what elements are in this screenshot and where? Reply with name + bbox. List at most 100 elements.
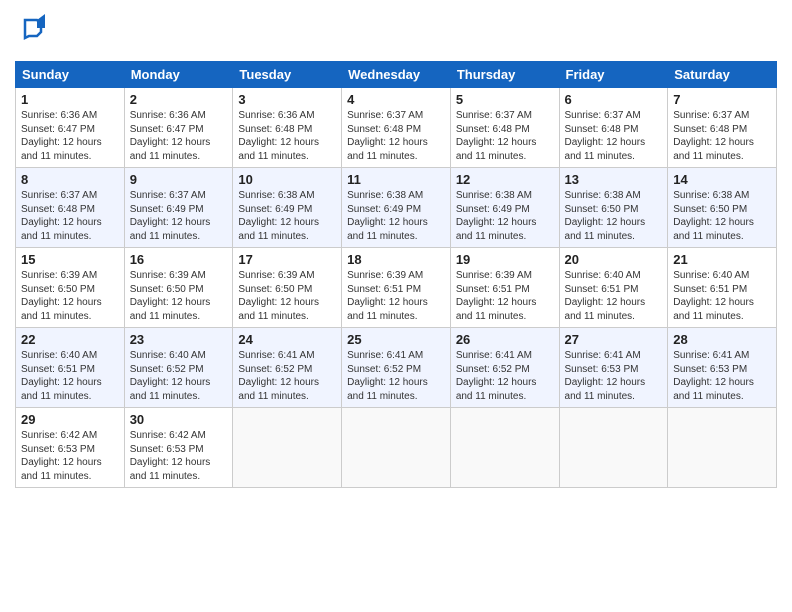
day-number: 1 xyxy=(21,92,119,107)
day-info: Sunrise: 6:36 AMSunset: 6:47 PMDaylight:… xyxy=(21,109,119,163)
week-row-5: 29Sunrise: 6:42 AMSunset: 6:53 PMDayligh… xyxy=(16,408,777,488)
day-number: 16 xyxy=(130,252,228,267)
day-info: Sunrise: 6:38 AMSunset: 6:50 PMDaylight:… xyxy=(565,189,663,243)
week-row-2: 8 Sunrise: 6:37 AMSunset: 6:48 PMDaylight… xyxy=(16,168,777,248)
day-info: Sunrise: 6:37 AMSunset: 6:48 PMDaylight:… xyxy=(21,189,119,243)
day-info: Sunrise: 6:37 AMSunset: 6:48 PMDaylight:… xyxy=(456,109,554,163)
day-info: Sunrise: 6:41 AMSunset: 6:52 PMDaylight:… xyxy=(238,349,336,403)
day-info: Sunrise: 6:39 AMSunset: 6:51 PMDaylight:… xyxy=(347,269,445,323)
day-info: Sunrise: 6:37 AMSunset: 6:48 PMDaylight:… xyxy=(347,109,445,163)
day-number: 12 xyxy=(456,172,554,187)
day-number: 17 xyxy=(238,252,336,267)
week-row-3: 15 Sunrise: 6:39 AMSunset: 6:50 PMDayligh… xyxy=(16,248,777,328)
calendar-cell: 25 Sunrise: 6:41 AMSunset: 6:52 PMDayligh… xyxy=(342,328,451,408)
day-number: 18 xyxy=(347,252,445,267)
week-row-4: 22 Sunrise: 6:40 AMSunset: 6:51 PMDayligh… xyxy=(16,328,777,408)
day-info: Sunrise: 6:41 AMSunset: 6:52 PMDaylight:… xyxy=(456,349,554,403)
day-info: Sunrise: 6:38 AMSunset: 6:49 PMDaylight:… xyxy=(456,189,554,243)
day-number: 6 xyxy=(565,92,663,107)
weekday-header-saturday: Saturday xyxy=(668,62,777,88)
day-info: Sunrise: 6:42 AMSunset: 6:53 PMDaylight:… xyxy=(130,429,228,483)
calendar-cell: 4 Sunrise: 6:37 AMSunset: 6:48 PMDaylight… xyxy=(342,88,451,168)
day-info: Sunrise: 6:40 AMSunset: 6:51 PMDaylight:… xyxy=(565,269,663,323)
calendar-cell xyxy=(559,408,668,488)
calendar-cell: 30 Sunrise: 6:42 AMSunset: 6:53 PMDayligh… xyxy=(124,408,233,488)
calendar-cell: 2 Sunrise: 6:36 AMSunset: 6:47 PMDaylight… xyxy=(124,88,233,168)
calendar-cell: 26Sunrise: 6:41 AMSunset: 6:52 PMDayligh… xyxy=(450,328,559,408)
day-number: 2 xyxy=(130,92,228,107)
calendar-cell: 14Sunrise: 6:38 AMSunset: 6:50 PMDayligh… xyxy=(668,168,777,248)
day-info: Sunrise: 6:40 AMSunset: 6:51 PMDaylight:… xyxy=(21,349,119,403)
day-number: 27 xyxy=(565,332,663,347)
calendar-cell: 1 Sunrise: 6:36 AMSunset: 6:47 PMDaylight… xyxy=(16,88,125,168)
day-info: Sunrise: 6:38 AMSunset: 6:49 PMDaylight:… xyxy=(347,189,445,243)
day-info: Sunrise: 6:37 AMSunset: 6:48 PMDaylight:… xyxy=(565,109,663,163)
day-info: Sunrise: 6:41 AMSunset: 6:53 PMDaylight:… xyxy=(565,349,663,403)
calendar-cell: 21 Sunrise: 6:40 AMSunset: 6:51 PMDayligh… xyxy=(668,248,777,328)
day-number: 15 xyxy=(21,252,119,267)
weekday-header-row: SundayMondayTuesdayWednesdayThursdayFrid… xyxy=(16,62,777,88)
calendar-cell: 8 Sunrise: 6:37 AMSunset: 6:48 PMDaylight… xyxy=(16,168,125,248)
day-number: 24 xyxy=(238,332,336,347)
day-info: Sunrise: 6:39 AMSunset: 6:50 PMDaylight:… xyxy=(238,269,336,323)
day-number: 23 xyxy=(130,332,228,347)
day-info: Sunrise: 6:39 AMSunset: 6:50 PMDaylight:… xyxy=(130,269,228,323)
day-info: Sunrise: 6:42 AMSunset: 6:53 PMDaylight:… xyxy=(21,429,119,483)
calendar-cell: 13Sunrise: 6:38 AMSunset: 6:50 PMDayligh… xyxy=(559,168,668,248)
day-number: 22 xyxy=(21,332,119,347)
calendar-cell: 15 Sunrise: 6:39 AMSunset: 6:50 PMDayligh… xyxy=(16,248,125,328)
day-number: 19 xyxy=(456,252,554,267)
day-number: 21 xyxy=(673,252,771,267)
calendar-cell: 17 Sunrise: 6:39 AMSunset: 6:50 PMDayligh… xyxy=(233,248,342,328)
day-number: 7 xyxy=(673,92,771,107)
calendar-cell xyxy=(233,408,342,488)
calendar-cell: 24 Sunrise: 6:41 AMSunset: 6:52 PMDayligh… xyxy=(233,328,342,408)
calendar-cell: 22 Sunrise: 6:40 AMSunset: 6:51 PMDayligh… xyxy=(16,328,125,408)
calendar-table: SundayMondayTuesdayWednesdayThursdayFrid… xyxy=(15,61,777,488)
header xyxy=(15,10,777,53)
weekday-header-monday: Monday xyxy=(124,62,233,88)
day-info: Sunrise: 6:36 AMSunset: 6:48 PMDaylight:… xyxy=(238,109,336,163)
calendar-cell: 7 Sunrise: 6:37 AMSunset: 6:48 PMDaylight… xyxy=(668,88,777,168)
logo-icon xyxy=(15,10,53,48)
calendar-cell: 11 Sunrise: 6:38 AMSunset: 6:49 PMDayligh… xyxy=(342,168,451,248)
day-number: 5 xyxy=(456,92,554,107)
calendar-cell: 10Sunrise: 6:38 AMSunset: 6:49 PMDayligh… xyxy=(233,168,342,248)
weekday-header-sunday: Sunday xyxy=(16,62,125,88)
day-info: Sunrise: 6:40 AMSunset: 6:52 PMDaylight:… xyxy=(130,349,228,403)
calendar-cell xyxy=(450,408,559,488)
day-number: 30 xyxy=(130,412,228,427)
day-number: 20 xyxy=(565,252,663,267)
day-number: 8 xyxy=(21,172,119,187)
day-info: Sunrise: 6:37 AMSunset: 6:49 PMDaylight:… xyxy=(130,189,228,243)
calendar-cell: 20 Sunrise: 6:40 AMSunset: 6:51 PMDayligh… xyxy=(559,248,668,328)
logo xyxy=(15,10,53,53)
day-info: Sunrise: 6:38 AMSunset: 6:50 PMDaylight:… xyxy=(673,189,771,243)
calendar-cell xyxy=(342,408,451,488)
calendar-cell: 23 Sunrise: 6:40 AMSunset: 6:52 PMDayligh… xyxy=(124,328,233,408)
calendar-cell: 6 Sunrise: 6:37 AMSunset: 6:48 PMDaylight… xyxy=(559,88,668,168)
day-info: Sunrise: 6:36 AMSunset: 6:47 PMDaylight:… xyxy=(130,109,228,163)
page: SundayMondayTuesdayWednesdayThursdayFrid… xyxy=(0,0,792,612)
day-number: 3 xyxy=(238,92,336,107)
calendar-cell: 18 Sunrise: 6:39 AMSunset: 6:51 PMDayligh… xyxy=(342,248,451,328)
calendar-body: 1 Sunrise: 6:36 AMSunset: 6:47 PMDaylight… xyxy=(16,88,777,488)
day-number: 11 xyxy=(347,172,445,187)
day-info: Sunrise: 6:39 AMSunset: 6:50 PMDaylight:… xyxy=(21,269,119,323)
calendar-header: SundayMondayTuesdayWednesdayThursdayFrid… xyxy=(16,62,777,88)
calendar-cell: 12 Sunrise: 6:38 AMSunset: 6:49 PMDayligh… xyxy=(450,168,559,248)
calendar-cell: 9 Sunrise: 6:37 AMSunset: 6:49 PMDaylight… xyxy=(124,168,233,248)
day-number: 28 xyxy=(673,332,771,347)
day-number: 9 xyxy=(130,172,228,187)
day-number: 4 xyxy=(347,92,445,107)
week-row-1: 1 Sunrise: 6:36 AMSunset: 6:47 PMDaylight… xyxy=(16,88,777,168)
calendar-cell: 5 Sunrise: 6:37 AMSunset: 6:48 PMDaylight… xyxy=(450,88,559,168)
day-info: Sunrise: 6:37 AMSunset: 6:48 PMDaylight:… xyxy=(673,109,771,163)
day-info: Sunrise: 6:41 AMSunset: 6:53 PMDaylight:… xyxy=(673,349,771,403)
weekday-header-thursday: Thursday xyxy=(450,62,559,88)
day-info: Sunrise: 6:41 AMSunset: 6:52 PMDaylight:… xyxy=(347,349,445,403)
day-info: Sunrise: 6:40 AMSunset: 6:51 PMDaylight:… xyxy=(673,269,771,323)
calendar-cell: 16 Sunrise: 6:39 AMSunset: 6:50 PMDayligh… xyxy=(124,248,233,328)
calendar-cell: 3 Sunrise: 6:36 AMSunset: 6:48 PMDaylight… xyxy=(233,88,342,168)
day-number: 25 xyxy=(347,332,445,347)
